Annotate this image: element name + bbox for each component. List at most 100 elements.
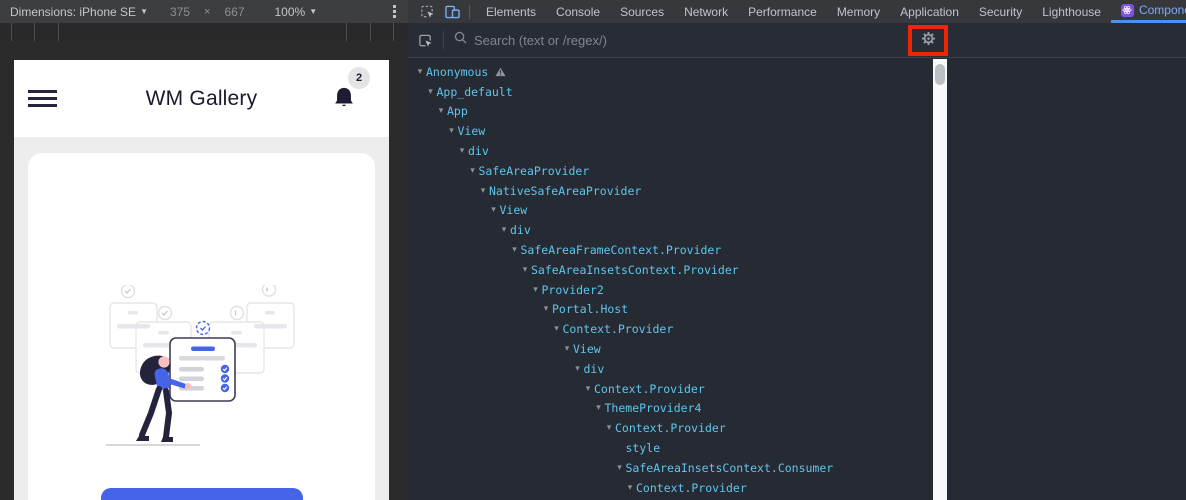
- tree-node-context-provider[interactable]: ▾ Context.Provider: [408, 418, 933, 438]
- component-name: View: [499, 203, 528, 218]
- component-name: App: [447, 104, 468, 119]
- tree-node-provider2[interactable]: ▾ Provider2: [408, 280, 933, 300]
- tab-label: Memory: [836, 4, 881, 19]
- component-name: Context.Provider: [636, 480, 747, 495]
- expander-arrow-icon[interactable]: ▾: [425, 87, 437, 97]
- tab-sources[interactable]: Sources: [610, 0, 674, 23]
- tree-node-view[interactable]: ▾ View: [408, 339, 933, 359]
- gear-icon[interactable]: [921, 31, 936, 51]
- component-name: SafeAreaInsetsContext.Provider: [531, 262, 739, 277]
- expander-arrow-icon[interactable]: ▾: [446, 126, 458, 136]
- component-name: SafeAreaFrameContext.Provider: [520, 243, 722, 258]
- component-name: Context.Provider: [562, 322, 674, 337]
- expander-arrow-icon[interactable]: ▾: [540, 304, 552, 314]
- expander-arrow-icon[interactable]: ▾: [603, 423, 615, 433]
- device-toolbar-toggle-icon[interactable]: [444, 4, 460, 20]
- device-width-field[interactable]: 375: [170, 5, 190, 19]
- expander-arrow-icon[interactable]: ▾: [614, 463, 626, 473]
- component-tree: ▾ Anonymous ▾ App_default ▾ App ▾ View ▾ div ▾ Safe…: [408, 59, 933, 500]
- tree-node-app[interactable]: ▾ App: [408, 102, 933, 122]
- expander-arrow-icon[interactable]: ▾: [561, 344, 573, 354]
- expander-arrow-icon[interactable]: ▾: [624, 483, 636, 493]
- components-search-input[interactable]: [474, 32, 854, 48]
- component-name: View: [457, 124, 486, 139]
- tab-console[interactable]: Console: [546, 0, 610, 23]
- tab-performance[interactable]: Performance: [738, 0, 827, 23]
- devtools-tabbar: Elements Console Sources Network Performance…: [408, 0, 1186, 23]
- device-toolbar-menu-icon[interactable]: [393, 5, 396, 18]
- tree-node-context-provider[interactable]: ▾ Context.Provider: [408, 319, 933, 339]
- component-name: SafeAreaInsetsContext.Consumer: [625, 460, 834, 475]
- expander-arrow-icon[interactable]: ▾: [582, 384, 594, 394]
- device-toolbar: Dimensions: iPhone SE ▼ 375 × 667 100% ▼: [0, 0, 408, 23]
- component-name: App_default: [436, 84, 513, 99]
- empty-state-illustration: [106, 285, 295, 446]
- tree-node-safeareainsetscontext-provider[interactable]: ▾ SafeAreaInsetsContext.Provider: [408, 260, 933, 280]
- expander-arrow-icon[interactable]: ▾: [498, 225, 510, 235]
- tree-node-safeareaframecontext-provider[interactable]: ▾ SafeAreaFrameContext.Provider: [408, 240, 933, 260]
- tab-lighthouse[interactable]: Lighthouse: [1032, 0, 1111, 23]
- device-zoom-select[interactable]: 100%: [275, 5, 306, 19]
- expander-arrow-icon[interactable]: ▾: [488, 205, 500, 215]
- primary-cta-button[interactable]: [100, 488, 303, 500]
- tree-node-nativesafeareaprovider[interactable]: ▾ NativeSafeAreaProvider: [408, 181, 933, 201]
- tab-network[interactable]: Network: [674, 0, 738, 23]
- expander-arrow-icon[interactable]: ▾: [467, 166, 479, 176]
- tab-application[interactable]: Application: [890, 0, 969, 23]
- tree-node-context-provider[interactable]: ▾ Context.Provider: [408, 478, 933, 498]
- expander-arrow-icon[interactable]: ▾: [414, 67, 426, 77]
- tab-memory[interactable]: Memory: [827, 0, 890, 23]
- tree-node-themeprovider4[interactable]: ▾ ThemeProvider4: [408, 399, 933, 419]
- component-name: style: [625, 441, 661, 456]
- bell-icon[interactable]: [331, 84, 357, 114]
- device-height-field[interactable]: 667: [224, 5, 244, 19]
- tree-node-anonymous[interactable]: ▾ Anonymous: [408, 62, 933, 82]
- tree-node-portal-host[interactable]: ▾ Portal.Host: [408, 300, 933, 320]
- expander-arrow-icon[interactable]: ▾: [593, 403, 605, 413]
- screen: Dimensions: iPhone SE ▼ 375 × 667 100% ▼…: [0, 0, 1186, 500]
- component-name: Portal.Host: [552, 302, 629, 317]
- app-header: WM Gallery 2: [14, 60, 389, 137]
- expander-arrow-icon[interactable]: ▾: [551, 324, 563, 334]
- expander-arrow-icon[interactable]: ▾: [435, 106, 447, 116]
- react-icon: [1120, 3, 1134, 17]
- select-component-icon[interactable]: [418, 33, 433, 48]
- tab-label: Performance: [748, 4, 817, 19]
- expander-arrow-icon[interactable]: ▾: [519, 265, 531, 275]
- warning-icon: [495, 67, 506, 77]
- tree-node-div[interactable]: ▾ div: [408, 141, 933, 161]
- search-divider: [443, 31, 444, 49]
- expander-arrow-icon[interactable]: ▾: [509, 245, 521, 255]
- inspect-element-icon[interactable]: [419, 4, 435, 20]
- tab-label: Components: [1138, 3, 1186, 17]
- device-type-select[interactable]: Dimensions: iPhone SE: [10, 5, 136, 19]
- device-ruler: [0, 23, 408, 41]
- expander-arrow-icon[interactable]: ▾: [477, 186, 489, 196]
- tree-scrollbar[interactable]: [933, 59, 947, 500]
- search-icon: [454, 31, 467, 49]
- tree-node-view[interactable]: ▾ View: [408, 121, 933, 141]
- tab-components[interactable]: Components: [1110, 0, 1186, 23]
- tree-node-div[interactable]: ▾ div: [408, 359, 933, 379]
- tab-label: Security: [978, 4, 1023, 19]
- tab-security[interactable]: Security: [969, 0, 1032, 23]
- scrollbar-thumb[interactable]: [935, 64, 945, 85]
- tree-node-view[interactable]: ▾ View: [408, 201, 933, 221]
- device-emulation-pane: Dimensions: iPhone SE ▼ 375 × 667 100% ▼…: [0, 0, 408, 500]
- tree-node-context-provider[interactable]: ▾ Context.Provider: [408, 379, 933, 399]
- tree-node-style[interactable]: style: [408, 438, 933, 458]
- expander-arrow-icon[interactable]: ▾: [456, 146, 468, 156]
- content-card: [28, 153, 375, 500]
- component-name: SafeAreaProvider: [478, 163, 590, 178]
- expander-arrow-icon[interactable]: ▾: [530, 285, 542, 295]
- expander-arrow-icon[interactable]: ▾: [572, 364, 584, 374]
- tab-elements[interactable]: Elements: [476, 0, 546, 23]
- hamburger-menu-icon[interactable]: [28, 90, 57, 112]
- tree-node-safeareaprovider[interactable]: ▾ SafeAreaProvider: [408, 161, 933, 181]
- tree-node-safeareainsetscontext-consumer[interactable]: ▾ SafeAreaInsetsContext.Consumer: [408, 458, 933, 478]
- component-name: Provider2: [541, 282, 604, 297]
- tab-label: Sources: [620, 4, 665, 19]
- tree-node-div[interactable]: ▾ div: [408, 220, 933, 240]
- tree-node-app-default[interactable]: ▾ App_default: [408, 82, 933, 102]
- tab-label: Application: [900, 4, 959, 19]
